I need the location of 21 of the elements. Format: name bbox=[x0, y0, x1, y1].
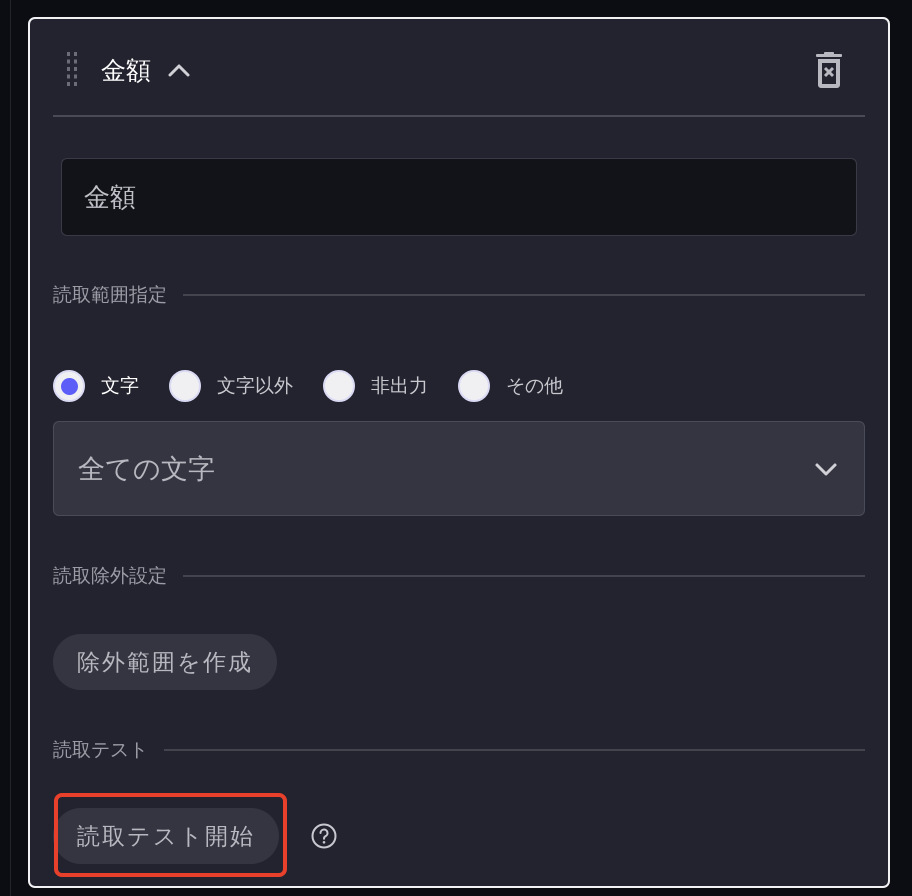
radio-button[interactable] bbox=[53, 370, 85, 402]
radio-button[interactable] bbox=[169, 370, 201, 402]
dropdown-value: 全ての文字 bbox=[78, 452, 215, 486]
radio-label[interactable]: 非出力 bbox=[371, 373, 428, 399]
radio-button[interactable] bbox=[323, 370, 355, 402]
section-label: 読取テスト bbox=[53, 738, 148, 763]
section-label: 読取除外設定 bbox=[53, 564, 167, 589]
radio-label[interactable]: その他 bbox=[506, 373, 563, 399]
delete-icon[interactable] bbox=[815, 52, 843, 88]
section-label: 読取範囲指定 bbox=[53, 283, 167, 308]
panel-title: 金額 bbox=[101, 54, 151, 86]
create-exclusion-button[interactable]: 除外範囲を作成 bbox=[53, 634, 277, 690]
drag-handle-icon[interactable] bbox=[67, 52, 77, 88]
chevron-down-icon bbox=[814, 460, 838, 476]
name-field[interactable]: 金額 bbox=[61, 158, 857, 236]
radio-label[interactable]: 文字 bbox=[101, 373, 139, 399]
start-test-button[interactable]: 読取テスト開始 bbox=[53, 808, 279, 864]
help-icon[interactable] bbox=[311, 823, 337, 849]
dropdown[interactable]: 全ての文字 bbox=[53, 421, 865, 516]
radio-label[interactable]: 文字以外 bbox=[217, 373, 293, 399]
radio-button[interactable] bbox=[458, 370, 490, 402]
